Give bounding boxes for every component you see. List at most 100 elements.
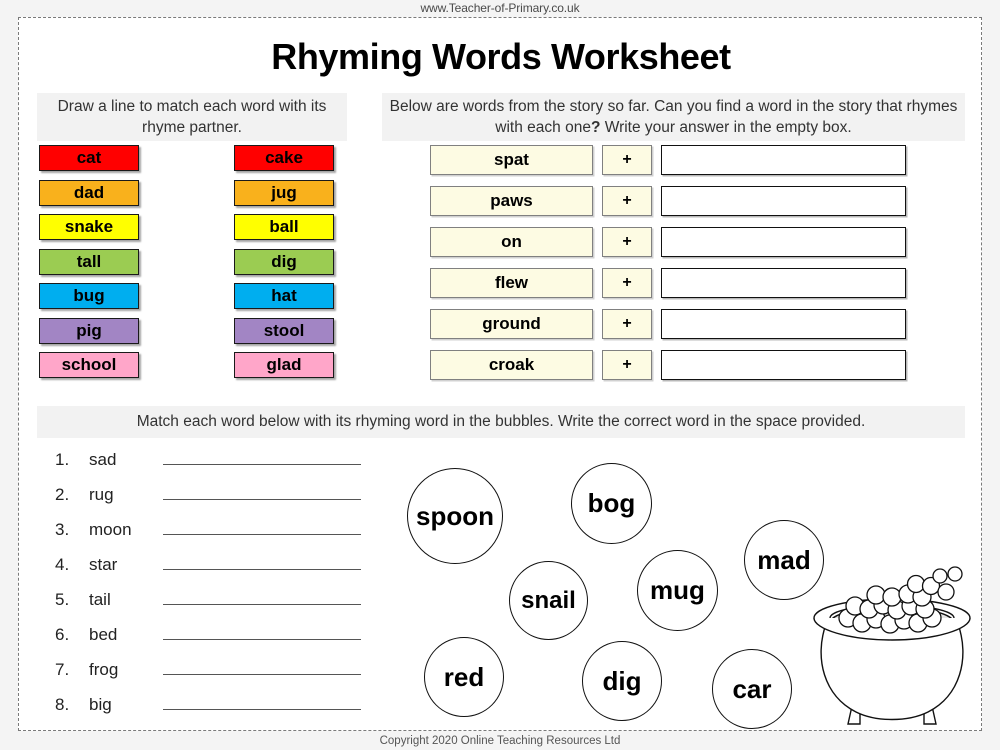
answer-input-spat[interactable] — [661, 145, 906, 175]
answer-input-on[interactable] — [661, 227, 906, 257]
list-item-answer-line[interactable] — [163, 625, 361, 640]
bubble-label: dig — [602, 665, 642, 696]
word-chip-label: hat — [271, 286, 297, 305]
list-item-answer-line[interactable] — [163, 485, 361, 500]
bubble-cluster: spoon bog snail mug mad red dig car — [399, 463, 824, 743]
word-chip-bug[interactable]: bug — [39, 283, 139, 309]
list-item-number: 1. — [55, 450, 70, 469]
word-chip-ball[interactable]: ball — [234, 214, 334, 240]
word-chip-cat[interactable]: cat — [39, 145, 139, 171]
answer-input-ground[interactable] — [661, 309, 906, 339]
list-item: 5. tail — [55, 590, 375, 625]
word-chip-label: jug — [271, 182, 297, 202]
list-item-number: 4. — [55, 555, 70, 574]
answer-input-flew[interactable] — [661, 268, 906, 298]
word-chip-snake[interactable]: snake — [39, 214, 139, 240]
list-item-word: tail — [89, 590, 111, 609]
list-item-answer-line[interactable] — [163, 450, 361, 465]
worksheet-page: Rhyming Words Worksheet Draw a line to m… — [18, 17, 982, 731]
word-chip-label: pig — [76, 320, 102, 340]
story-word-paws: paws — [430, 186, 593, 216]
site-url: www.Teacher-of-Primary.co.uk — [420, 1, 580, 15]
plus-icon: + — [602, 227, 652, 257]
list-item-answer-line[interactable] — [163, 660, 361, 675]
plus-icon: + — [602, 186, 652, 216]
word-chip-jug[interactable]: jug — [234, 179, 334, 206]
list-item-number: 6. — [55, 625, 70, 644]
pot-of-gold-illustration — [804, 566, 979, 736]
bubble-label: mug — [650, 575, 705, 605]
list-item: 1. sad — [55, 450, 375, 485]
list-item: 3. moon — [55, 520, 375, 555]
story-word-croak: croak — [430, 350, 593, 380]
word-chip-glad[interactable]: glad — [234, 352, 334, 378]
rhyme-row: ground + — [430, 309, 906, 339]
list-item-answer-line[interactable] — [163, 695, 361, 710]
bubble-spoon[interactable]: spoon — [407, 468, 503, 564]
bubble-car[interactable]: car — [712, 649, 792, 729]
bubble-label: bog — [587, 488, 636, 518]
word-chip-school[interactable]: school — [39, 352, 139, 378]
rhyme-row: flew + — [430, 268, 906, 298]
word-chip-label: tall — [76, 251, 102, 271]
story-word-spat: spat — [430, 145, 593, 175]
list-item-number: 3. — [55, 520, 70, 539]
bubble-snail[interactable]: snail — [509, 561, 588, 640]
bubble-mug[interactable]: mug — [637, 550, 718, 631]
word-chip-stool[interactable]: stool — [234, 317, 334, 344]
list-item-word: bed — [89, 625, 118, 644]
story-instruction-question-mark: ? — [590, 119, 601, 136]
match-left-column: cat dad snake tall bug pig school — [39, 145, 139, 387]
list-item-word: star — [89, 555, 118, 574]
word-chip-pig[interactable]: pig — [39, 317, 139, 344]
plus-icon: + — [602, 309, 652, 339]
word-chip-label: dad — [73, 182, 105, 202]
list-item-word: sad — [89, 450, 117, 469]
word-chip-cake[interactable]: cake — [234, 145, 334, 171]
list-item-word: big — [89, 695, 112, 714]
word-chip-label: ball — [269, 217, 299, 236]
story-instruction-banner: Below are words from the story so far. C… — [382, 93, 965, 141]
bubble-label: red — [443, 661, 485, 692]
story-rhyme-rows: spat + paws + on + flew + ground + croak + — [430, 145, 906, 391]
list-item-answer-line[interactable] — [163, 590, 361, 605]
story-word-flew: flew — [430, 268, 593, 298]
list-item-answer-line[interactable] — [163, 555, 361, 570]
list-item: 2. rug — [55, 485, 375, 520]
answer-input-paws[interactable] — [661, 186, 906, 216]
list-item-number: 2. — [55, 485, 70, 504]
story-instruction-text-2: Write your answer in the empty box. — [600, 119, 852, 136]
bubble-red[interactable]: red — [424, 637, 504, 717]
rhyme-row: spat + — [430, 145, 906, 175]
word-chip-tall[interactable]: tall — [39, 248, 139, 275]
bubble-label: spoon — [416, 500, 494, 531]
word-chip-label: cake — [265, 148, 303, 167]
rhyme-row: on + — [430, 227, 906, 257]
word-chip-label: bug — [73, 286, 105, 305]
list-item-word: frog — [89, 660, 119, 679]
list-item: 4. star — [55, 555, 375, 590]
word-chip-label: stool — [263, 320, 305, 340]
rhyme-row: paws + — [430, 186, 906, 216]
bubble-label: snail — [521, 586, 576, 614]
plus-icon: + — [602, 350, 652, 380]
word-chip-hat[interactable]: hat — [234, 283, 334, 309]
match-instruction-banner: Draw a line to match each word with its … — [37, 93, 347, 141]
list-item-answer-line[interactable] — [163, 520, 361, 535]
list-item-number: 8. — [55, 695, 70, 714]
word-chip-dig[interactable]: dig — [234, 248, 334, 275]
bubble-dig[interactable]: dig — [582, 641, 662, 721]
word-chip-dad[interactable]: dad — [39, 179, 139, 206]
list-item: 7. frog — [55, 660, 375, 695]
bubbles-instruction-banner: Match each word below with its rhyming w… — [37, 406, 965, 438]
word-chip-label: glad — [266, 355, 302, 374]
match-right-column: cake jug ball dig hat stool glad — [234, 145, 334, 387]
list-item-word: moon — [89, 520, 132, 539]
word-chip-label: dig — [271, 251, 297, 271]
story-word-ground: ground — [430, 309, 593, 339]
list-item-number: 5. — [55, 590, 70, 609]
bubble-bog[interactable]: bog — [571, 463, 652, 544]
bubble-label: mad — [757, 544, 811, 575]
answer-input-croak[interactable] — [661, 350, 906, 380]
word-chip-label: snake — [64, 217, 114, 236]
